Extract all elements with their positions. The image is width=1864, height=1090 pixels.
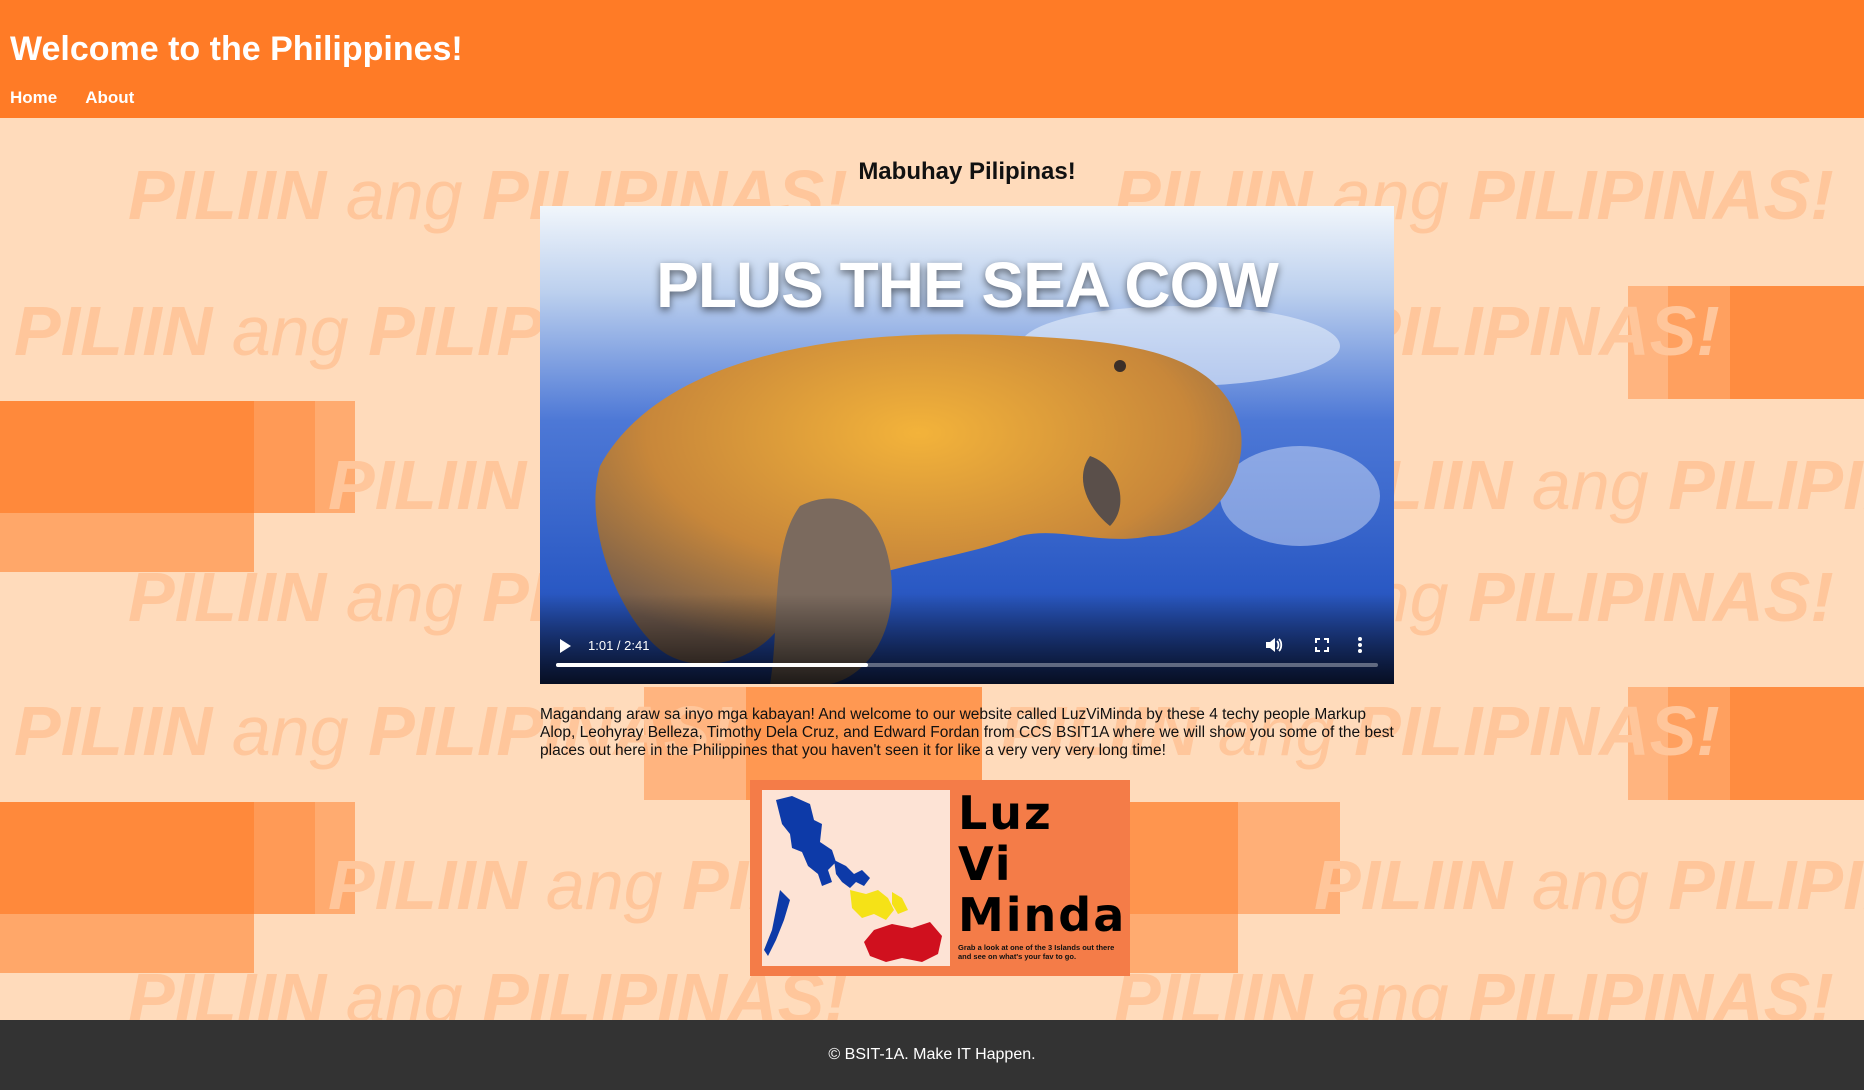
decor-block — [0, 802, 254, 973]
nav-link-home[interactable]: Home — [10, 88, 57, 108]
watermark-text: PILIIN ang PILIPINAS! — [128, 959, 848, 1020]
watermark-text: PILIIN ang PILIPINAS! — [1314, 446, 1864, 524]
watermark-text: PILIIN ang PILIPINAS! — [1314, 846, 1864, 924]
play-icon[interactable] — [558, 638, 572, 659]
video-time: 1:01 / 2:41 — [588, 638, 650, 653]
footer-text: © BSIT-1A. Make IT Happen. — [828, 1046, 1036, 1063]
site-header: Welcome to the Philippines! Home About — [0, 0, 1864, 118]
volume-icon[interactable] — [1264, 636, 1284, 659]
logo-line-vi: Vi — [958, 837, 1013, 891]
luzviminda-logo: Luz Vi Minda Grab a look at one of the 3… — [750, 780, 1130, 976]
page-heading: Mabuhay Pilipinas! — [858, 158, 1076, 185]
decor-block — [1730, 687, 1864, 800]
site-footer: © BSIT-1A. Make IT Happen. — [0, 1020, 1864, 1090]
video-caption: PLUS THE SEA COW — [656, 249, 1279, 321]
fullscreen-icon[interactable] — [1313, 636, 1331, 659]
decor-block — [0, 401, 254, 572]
intro-paragraph: Magandang araw sa inyo mga kabayan! And … — [540, 706, 1394, 759]
video-player[interactable]: PLUS THE SEA COW 1:01 / 2:41 — [540, 206, 1394, 684]
decor-block — [1730, 286, 1864, 399]
more-options-icon[interactable] — [1356, 636, 1364, 659]
logo-line-luz: Luz — [958, 786, 1053, 840]
main-nav: Home About — [10, 88, 134, 108]
watermark-text: PILIIN ang PILIPINAS! — [1114, 959, 1834, 1020]
video-progress-bar[interactable] — [556, 663, 1378, 667]
logo-line-minda: Minda — [958, 888, 1127, 942]
logo-tagline: Grab a look at one of the 3 Islands out … — [958, 943, 1115, 961]
site-title: Welcome to the Philippines! — [10, 30, 463, 68]
logo-text: Luz Vi Minda — [958, 788, 1126, 941]
nav-link-about[interactable]: About — [85, 88, 134, 108]
philippines-map-icon — [762, 790, 950, 966]
video-progress-fill — [556, 663, 868, 667]
